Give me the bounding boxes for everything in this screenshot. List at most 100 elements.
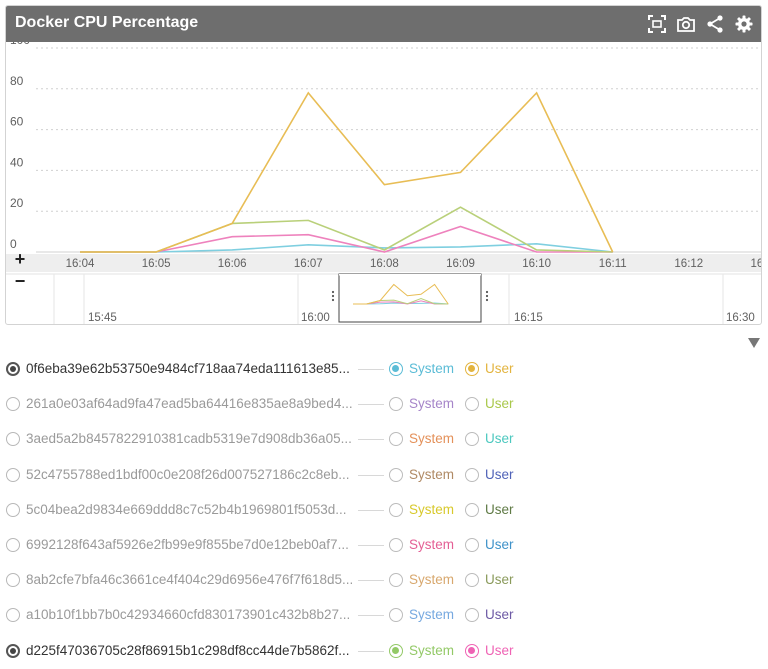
zoom-in-button[interactable]: +	[12, 250, 28, 268]
container-id[interactable]: 261a0e03af64ad9fa47ead5ba64416e835ae8a9b…	[26, 396, 353, 411]
user-label[interactable]: User	[485, 572, 514, 587]
row-divider	[358, 439, 384, 441]
container-select-radio[interactable]	[6, 538, 20, 552]
y-tick-label: 60	[10, 115, 24, 129]
container-row: a10b10f1bb7b0c42934660cfd830173901c432b8…	[0, 598, 768, 633]
gear-icon[interactable]	[734, 14, 754, 34]
container-select-radio[interactable]	[6, 573, 20, 588]
container-select-radio[interactable]	[6, 502, 20, 517]
chart-panel: Docker CPU Percentage 0 20 40 60 80 16:0…	[5, 5, 762, 325]
x-tick-label: 16:13	[751, 258, 761, 270]
container-id[interactable]: 5c04bea2d9834e669ddd8c7c52b4b1969801f505…	[26, 502, 347, 517]
user-label[interactable]: User	[485, 607, 514, 622]
container-row: 5c04bea2d9834e669ddd8c7c52b4b1969801f505…	[0, 493, 768, 528]
series-line	[80, 91, 614, 253]
container-id[interactable]: a10b10f1bb7b0c42934660cfd830173901c432b8…	[26, 607, 350, 622]
row-divider	[358, 509, 384, 511]
container-select-radio[interactable]	[6, 432, 20, 447]
system-radio[interactable]	[389, 643, 403, 658]
y-tick-label: 20	[10, 196, 24, 210]
row-divider	[358, 615, 384, 617]
user-label[interactable]: User	[485, 396, 514, 411]
navigator-time-label: 16:30	[726, 312, 755, 324]
row-divider	[358, 404, 384, 406]
panel-titlebar: Docker CPU Percentage	[6, 6, 761, 42]
system-label[interactable]: System	[409, 361, 454, 376]
container-row: 6992128f643af5926e2fb99e9f855be7d0e12beb…	[0, 528, 768, 563]
system-radio[interactable]	[389, 573, 403, 588]
system-label[interactable]: System	[409, 572, 454, 587]
x-tick-label: 16:10	[522, 258, 551, 270]
user-label[interactable]: User	[485, 467, 514, 482]
system-label[interactable]: System	[409, 643, 454, 658]
user-radio[interactable]	[465, 397, 479, 412]
system-label[interactable]: System	[409, 396, 454, 411]
x-tick-label: 16:04	[66, 258, 95, 270]
navigator-handle-dot	[331, 290, 335, 294]
y-tick-label: 80	[10, 74, 24, 88]
x-tick-label: 16:05	[142, 258, 171, 270]
system-label[interactable]: System	[409, 607, 454, 622]
row-divider	[358, 545, 384, 546]
user-radio[interactable]	[465, 502, 479, 517]
x-tick-label: 16:12	[674, 258, 703, 270]
system-label[interactable]: System	[409, 431, 454, 446]
navigator-handle-dot	[485, 290, 489, 294]
user-radio[interactable]	[465, 643, 479, 658]
x-tick-label: 16:09	[446, 258, 475, 270]
navigator-handle-dot	[485, 298, 489, 302]
container-row: 3aed5a2b8457822910381cadb5319e7d908db36a…	[0, 422, 768, 457]
system-radio[interactable]	[389, 432, 403, 447]
share-icon[interactable]	[705, 14, 725, 34]
zoom-out-button[interactable]: −	[12, 272, 28, 290]
collapse-arrow-icon[interactable]	[748, 338, 760, 348]
container-id[interactable]: 0f6eba39e62b53750e9484cf718aa74eda111613…	[26, 361, 350, 376]
user-label[interactable]: User	[485, 361, 514, 376]
x-tick-label: 16:06	[218, 258, 247, 270]
system-radio[interactable]	[389, 502, 403, 517]
navigator-window	[338, 273, 482, 323]
navigator-handle-dot	[331, 298, 335, 302]
y-tick-label: 100	[10, 42, 30, 47]
user-label[interactable]: User	[485, 643, 514, 658]
user-radio[interactable]	[465, 432, 479, 447]
system-label[interactable]: System	[409, 537, 454, 552]
user-radio[interactable]	[465, 608, 479, 623]
row-divider	[358, 650, 384, 652]
system-radio[interactable]	[389, 467, 403, 482]
y-tick-label: 40	[10, 155, 24, 169]
navigator-time-label: 16:15	[514, 312, 543, 324]
container-id[interactable]: 6992128f643af5926e2fb99e9f855be7d0e12beb…	[26, 537, 349, 552]
container-id[interactable]: 8ab2cfe7bfa46c3661ce4f404c29d6956e476f7f…	[26, 572, 353, 587]
container-select-radio[interactable]	[6, 643, 20, 658]
row-divider	[358, 580, 384, 582]
x-tick-label: 16:11	[599, 258, 627, 270]
user-radio[interactable]	[465, 538, 479, 552]
fullscreen-icon[interactable]	[647, 14, 667, 34]
container-id[interactable]: 52c4755788ed1bdf00c0e208f26d007527186c2c…	[26, 467, 350, 482]
container-select-radio[interactable]	[6, 362, 20, 376]
user-label[interactable]: User	[485, 502, 514, 517]
camera-icon[interactable]	[676, 14, 696, 34]
user-label[interactable]: User	[485, 537, 514, 552]
container-row: 8ab2cfe7bfa46c3661ce4f404c29d6956e476f7f…	[0, 563, 768, 598]
system-radio[interactable]	[389, 608, 403, 623]
user-radio[interactable]	[465, 362, 479, 376]
container-select-radio[interactable]	[6, 467, 20, 482]
container-select-radio[interactable]	[6, 608, 20, 623]
cpu-line-chart: 02040608010016:0416:0516:0616:0716:0816:…	[6, 42, 761, 324]
container-row: d225f47036705c28f86915b1c298df8cc44de7b5…	[0, 634, 768, 669]
container-id[interactable]: d225f47036705c28f86915b1c298df8cc44de7b5…	[26, 643, 350, 658]
user-radio[interactable]	[465, 573, 479, 588]
user-label[interactable]: User	[485, 431, 514, 446]
system-radio[interactable]	[389, 397, 403, 412]
system-label[interactable]: System	[409, 467, 454, 482]
container-row: 261a0e03af64ad9fa47ead5ba64416e835ae8a9b…	[0, 387, 768, 422]
user-radio[interactable]	[465, 467, 479, 482]
container-id[interactable]: 3aed5a2b8457822910381cadb5319e7d908db36a…	[26, 431, 352, 446]
system-label[interactable]: System	[409, 502, 454, 517]
system-radio[interactable]	[389, 538, 403, 552]
row-divider	[358, 369, 384, 370]
container-select-radio[interactable]	[6, 397, 20, 412]
system-radio[interactable]	[389, 362, 403, 376]
